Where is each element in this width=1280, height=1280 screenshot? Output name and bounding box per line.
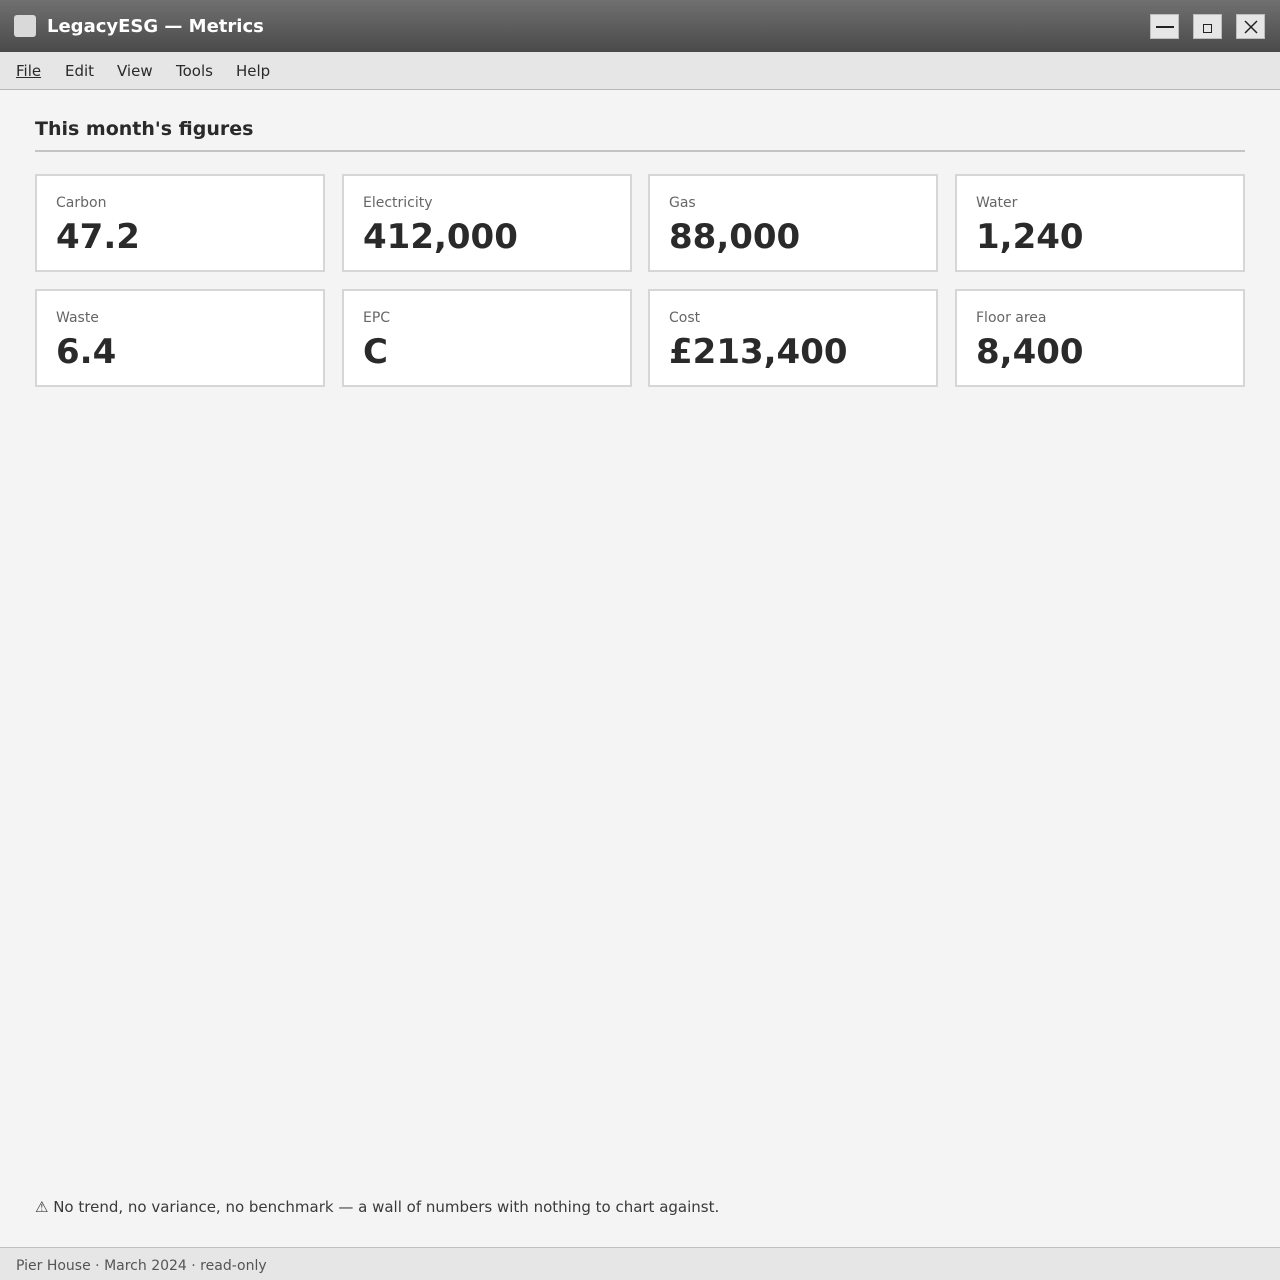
menu-help[interactable]: Help xyxy=(236,61,270,81)
menu-file[interactable]: File xyxy=(16,61,41,81)
metric-label: Electricity xyxy=(363,195,433,211)
metric-card-electricity: Electricity 412,000 xyxy=(342,174,632,272)
window-title: LegacyESG — Metrics xyxy=(47,16,264,37)
metric-label: Cost xyxy=(669,310,701,326)
metric-value: 1,240 xyxy=(976,217,1084,257)
menu-bar: File Edit View Tools Help xyxy=(0,52,1280,90)
metric-card-waste: Waste 6.4 xyxy=(35,289,325,387)
metric-label: EPC xyxy=(363,310,391,326)
metric-label: Waste xyxy=(56,310,99,326)
status-text: Pier House · March 2024 · read-only xyxy=(16,1258,267,1274)
metric-value: 8,400 xyxy=(976,332,1084,372)
metric-label: Floor area xyxy=(976,310,1047,326)
metric-card-cost: Cost £213,400 xyxy=(648,289,938,387)
metric-value: 6.4 xyxy=(56,332,117,372)
close-icon xyxy=(1243,19,1258,34)
metric-card-floor-area: Floor area 8,400 xyxy=(955,289,1245,387)
metric-value: 412,000 xyxy=(363,217,518,257)
maximize-icon xyxy=(1203,24,1212,33)
metric-value: 47.2 xyxy=(56,217,140,257)
metric-card-gas: Gas 88,000 xyxy=(648,174,938,272)
section-title: This month's figures xyxy=(35,118,254,140)
metric-card-carbon: Carbon 47.2 xyxy=(35,174,325,272)
minimize-icon xyxy=(1155,25,1174,28)
metric-label: Gas xyxy=(669,195,696,211)
status-bar: Pier House · March 2024 · read-only xyxy=(0,1247,1280,1280)
menu-view[interactable]: View xyxy=(117,61,153,81)
app-icon xyxy=(14,15,36,37)
section-divider xyxy=(35,150,1245,152)
metric-card-epc: EPC C xyxy=(342,289,632,387)
minimize-button[interactable] xyxy=(1150,14,1179,39)
metric-value: £213,400 xyxy=(669,332,848,372)
metric-card-water: Water 1,240 xyxy=(955,174,1245,272)
metric-value: C xyxy=(363,332,388,372)
menu-edit[interactable]: Edit xyxy=(65,61,94,81)
title-bar: LegacyESG — Metrics xyxy=(0,0,1280,52)
warning-message: ⚠ No trend, no variance, no benchmark — … xyxy=(35,1198,720,1216)
menu-tools[interactable]: Tools xyxy=(176,61,213,81)
metric-label: Water xyxy=(976,195,1018,211)
metric-label: Carbon xyxy=(56,195,107,211)
close-button[interactable] xyxy=(1236,14,1265,39)
maximize-button[interactable] xyxy=(1193,14,1222,39)
metric-value: 88,000 xyxy=(669,217,801,257)
